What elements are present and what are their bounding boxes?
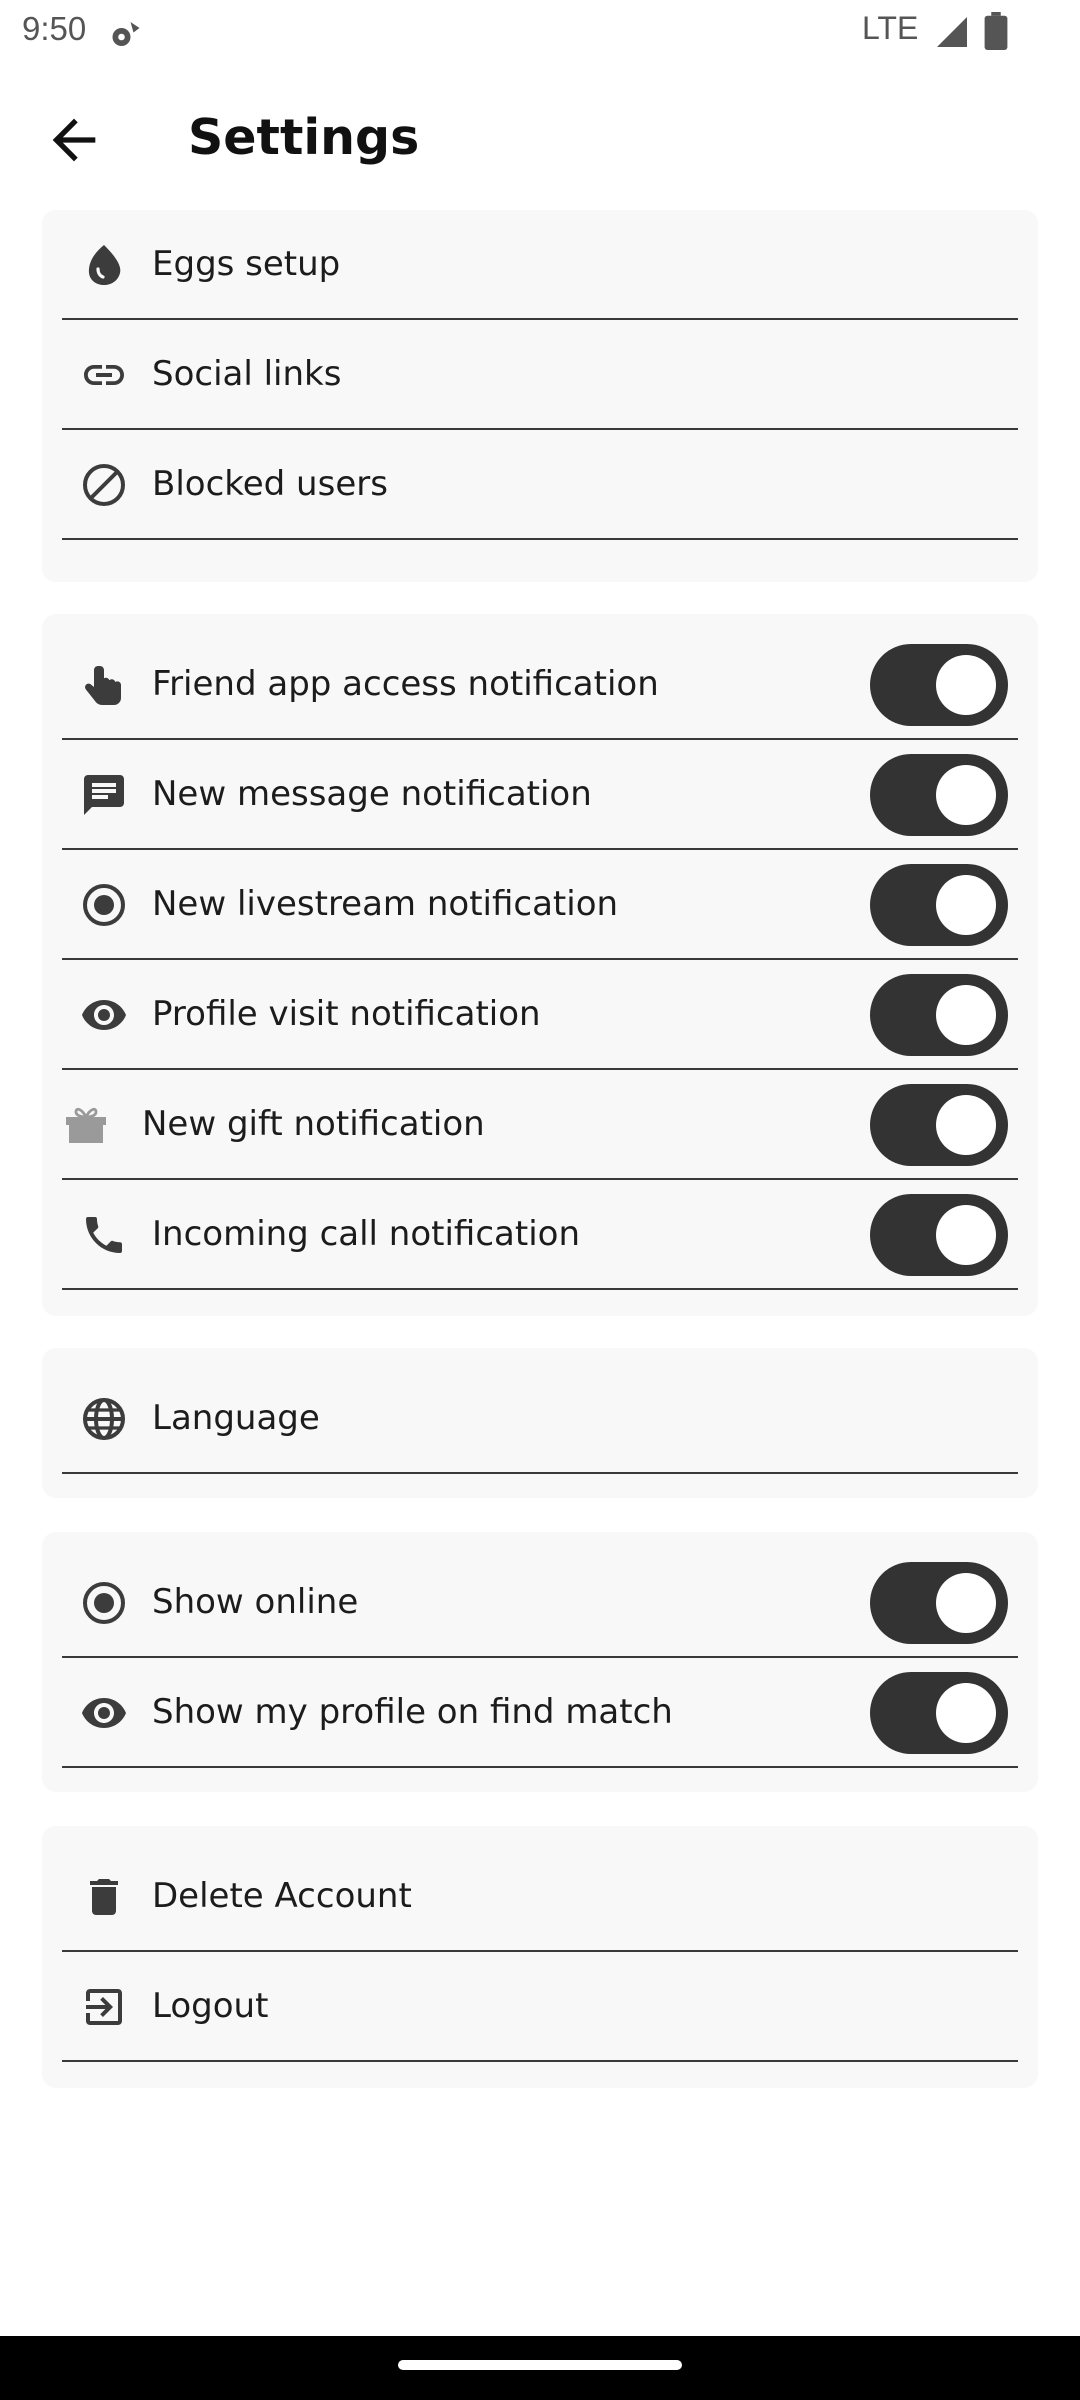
incoming-call-notification-label: Incoming call notification (152, 1214, 581, 1254)
status-bar: 9:50 LTE (0, 0, 1080, 64)
account-actions-card: Delete Account Logout (42, 1826, 1038, 2088)
radio-button-icon (83, 884, 125, 926)
system-navigation-bar (0, 2336, 1080, 2400)
new-livestream-notification-item: New livestream notification (62, 850, 1018, 960)
phone-icon (86, 1217, 122, 1253)
show-profile-find-match-toggle[interactable] (870, 1672, 1008, 1754)
eggs-setup-item[interactable]: Eggs setup (62, 210, 1018, 320)
toggle-knob (936, 1095, 996, 1155)
block-icon (83, 464, 125, 506)
profile-visit-notification-label: Profile visit notification (152, 994, 541, 1034)
friend-app-access-notification-item: Friend app access notification (62, 630, 1018, 740)
incoming-call-notification-item: Incoming call notification (62, 1180, 1018, 1290)
social-links-item[interactable]: Social links (62, 320, 1018, 430)
new-livestream-notification-toggle[interactable] (870, 864, 1008, 946)
blocked-users-label: Blocked users (152, 464, 388, 504)
globe-icon (83, 1398, 125, 1440)
toggle-knob (936, 655, 996, 715)
delete-account-item[interactable]: Delete Account (62, 1842, 1018, 1952)
new-message-notification-toggle[interactable] (870, 754, 1008, 836)
friend-app-access-notification-label: Friend app access notification (152, 664, 659, 704)
new-gift-notification-item: New gift notification (62, 1070, 1018, 1180)
toggle-knob (936, 765, 996, 825)
new-gift-notification-label: New gift notification (142, 1104, 485, 1144)
back-arrow-icon[interactable] (42, 108, 106, 172)
eye-icon (82, 1698, 126, 1728)
toggle-knob (936, 1683, 996, 1743)
language-settings-card: Language (42, 1348, 1038, 1498)
show-online-item: Show online (62, 1548, 1018, 1658)
egg-icon (88, 245, 121, 285)
settings-gear-status-icon (112, 22, 140, 46)
toggle-knob (936, 875, 996, 935)
network-type: LTE (862, 10, 919, 46)
show-profile-find-match-item: Show my profile on find match (62, 1658, 1018, 1768)
blocked-users-item[interactable]: Blocked users (62, 430, 1018, 540)
logout-icon (86, 1989, 122, 2025)
eye-icon (82, 1000, 126, 1030)
trash-icon (90, 1879, 118, 1915)
show-online-toggle[interactable] (870, 1562, 1008, 1644)
link-icon (84, 365, 124, 385)
language-item[interactable]: Language (62, 1364, 1018, 1474)
new-message-notification-item: New message notification (62, 740, 1018, 850)
language-label: Language (152, 1398, 320, 1438)
status-time: 9:50 (22, 10, 87, 47)
battery-icon (984, 12, 1008, 50)
logout-item[interactable]: Logout (62, 1952, 1018, 2062)
radio-button-icon (83, 1582, 125, 1624)
touch-hand-icon (85, 666, 121, 705)
notification-settings-card: Friend app access notification New messa… (42, 614, 1038, 1316)
page-title: Settings (188, 109, 420, 166)
incoming-call-notification-toggle[interactable] (870, 1194, 1008, 1276)
message-icon (84, 775, 124, 815)
toggle-knob (936, 1205, 996, 1265)
profile-visit-notification-item: Profile visit notification (62, 960, 1018, 1070)
friend-app-access-notification-toggle[interactable] (870, 644, 1008, 726)
logout-label: Logout (152, 1986, 269, 2026)
gift-icon (66, 1107, 106, 1143)
privacy-settings-card: Show online Show my profile on find matc… (42, 1532, 1038, 1792)
eggs-setup-label: Eggs setup (152, 244, 341, 284)
home-gesture-handle[interactable] (398, 2360, 682, 2370)
social-links-label: Social links (152, 354, 342, 394)
app-bar: Settings (0, 90, 1080, 186)
toggle-knob (936, 1573, 996, 1633)
show-profile-find-match-label: Show my profile on find match (152, 1692, 673, 1732)
account-settings-card: Eggs setup Social links Blocked users (42, 210, 1038, 582)
signal-icon (937, 17, 967, 47)
new-message-notification-label: New message notification (152, 774, 592, 814)
toggle-knob (936, 985, 996, 1045)
new-gift-notification-toggle[interactable] (870, 1084, 1008, 1166)
show-online-label: Show online (152, 1582, 359, 1622)
new-livestream-notification-label: New livestream notification (152, 884, 619, 924)
delete-account-label: Delete Account (152, 1876, 412, 1916)
profile-visit-notification-toggle[interactable] (870, 974, 1008, 1056)
